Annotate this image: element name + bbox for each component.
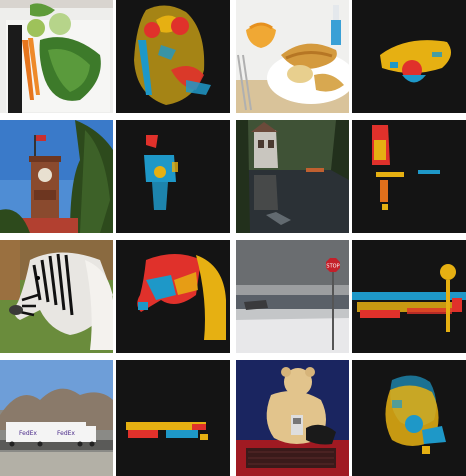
truck-logo-text: FedEx [19, 430, 37, 437]
clock-tower-photo [0, 120, 113, 233]
truck-photo: FedEx FedEx [0, 360, 113, 476]
zebra-photo [0, 240, 113, 353]
vegetables-map [116, 0, 230, 113]
teddy-bear-photo [236, 360, 349, 476]
clock-tower-map [116, 120, 230, 233]
vegetables-photo [0, 0, 113, 113]
truck-map [116, 360, 230, 476]
stop-sign-text: STOP [326, 264, 339, 270]
lake-house-map [352, 120, 466, 233]
teddy-bear-map [352, 360, 466, 476]
zebra-map [116, 240, 230, 353]
sandwich-plate-photo [236, 0, 349, 113]
sandwich-plate-map [352, 0, 466, 113]
stop-sign-map [352, 240, 466, 353]
truck-logo-text-2: FedEx [57, 430, 75, 437]
stop-sign-photo: STOP [236, 240, 349, 353]
lake-house-photo [236, 120, 349, 233]
